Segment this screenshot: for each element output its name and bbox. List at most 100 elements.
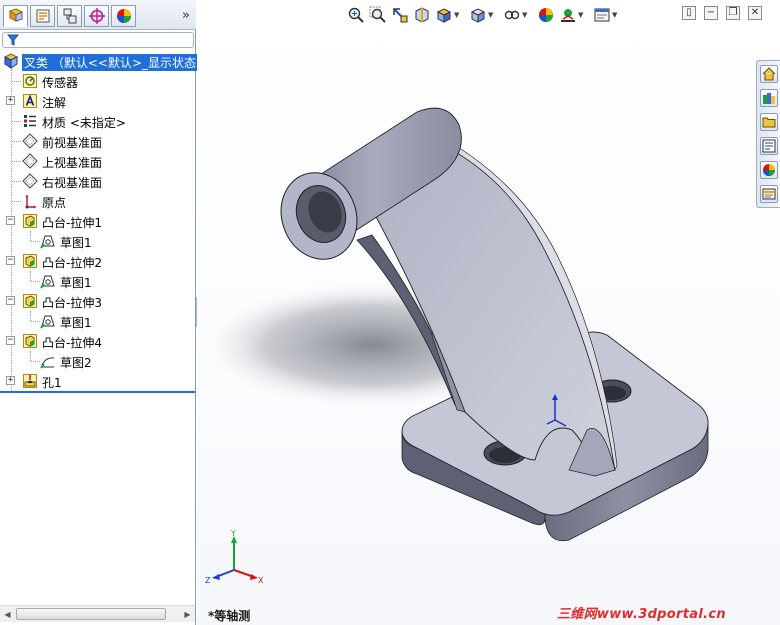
collapse-icon[interactable]: − [6, 336, 15, 345]
scroll-right-icon[interactable]: ▶ [180, 607, 195, 622]
tree-guide [31, 241, 40, 242]
tree-horizontal-scrollbar[interactable]: ◀ ▶ [0, 605, 195, 622]
solidworks-resources-tab[interactable] [760, 65, 778, 83]
dimxpert-tab[interactable] [84, 5, 109, 27]
previous-view-icon [393, 8, 408, 23]
view-orientation-button[interactable]: ▼ [435, 4, 459, 26]
edit-appearance-button[interactable] [537, 4, 555, 26]
tree-item-material[interactable]: 材质 <未指定> [0, 111, 196, 131]
edit-appearance-icon [539, 8, 553, 22]
dropdown-arrow-icon[interactable]: ▼ [522, 11, 527, 19]
tree-item-label: 凸台-拉伸2 [42, 256, 102, 270]
tree-item-front-plane[interactable]: 前视基准面 [0, 131, 196, 151]
tree-guide [12, 201, 21, 202]
hide-show-items-button[interactable]: ▼ [503, 4, 527, 26]
close-button[interactable]: ✕ [748, 6, 762, 20]
sketch-icon [40, 357, 55, 369]
tree-root[interactable]: 叉类 （默认<<默认>_显示状态 [0, 51, 198, 71]
zoom-to-area-button[interactable] [369, 4, 387, 26]
extrude-icon [23, 214, 37, 228]
graphics-area[interactable]: ▼ ▼ ▼ ▼ ▼ ▯ − ❐ ✕ Y X Z *等轴测 三维网www.3dpo… [197, 0, 780, 625]
rollback-bar[interactable] [0, 391, 195, 393]
tree-item-label: 凸台-拉伸4 [42, 336, 102, 350]
dropdown-arrow-icon[interactable]: ▼ [612, 11, 617, 19]
tree-item-label: 上视基准面 [42, 156, 103, 170]
tree-item-boss-extrude-4[interactable]: − 凸台-拉伸4 [0, 331, 196, 351]
sketch-icon [40, 315, 55, 329]
material-icon [24, 115, 36, 127]
document-window-controls: ▯ − ❐ ✕ [682, 6, 772, 22]
tree-item-boss-extrude-3[interactable]: − 凸台-拉伸3 [0, 291, 196, 311]
tree-item-label: 原点 [42, 196, 67, 210]
dropdown-arrow-icon[interactable]: ▼ [488, 11, 493, 19]
restore-button[interactable]: ❐ [726, 6, 740, 20]
tree-guide [31, 321, 40, 322]
sketch-icon [40, 235, 55, 249]
design-library-tab[interactable] [760, 89, 778, 107]
part-model[interactable] [197, 0, 780, 625]
section-view-icon [415, 7, 429, 23]
appearance-tab[interactable] [111, 5, 136, 27]
tree-item-boss-extrude-1[interactable]: − 凸台-拉伸1 [0, 211, 196, 231]
home-icon [762, 67, 776, 81]
tree-item-sketch[interactable]: 草图1 [0, 231, 196, 251]
expand-icon[interactable]: + [6, 96, 15, 105]
scroll-thumb[interactable] [16, 608, 166, 620]
tree-item-annotations[interactable]: + 注解 [0, 91, 196, 111]
dropdown-arrow-icon[interactable]: ▼ [454, 11, 459, 19]
previous-view-button[interactable] [391, 4, 409, 26]
tree-guide [12, 181, 21, 182]
file-explorer-tab[interactable] [760, 113, 778, 131]
tree-guide [12, 81, 21, 82]
tree-filter[interactable] [2, 32, 194, 48]
propertymanager-tab[interactable] [30, 5, 55, 27]
view-settings-button[interactable]: ▼ [593, 4, 617, 26]
extrude-icon [23, 294, 37, 308]
tile-window-button[interactable]: ▯ [682, 6, 696, 20]
tree-item-origin[interactable]: 原点 [0, 191, 196, 211]
tree-guide [12, 121, 21, 122]
zoom-area-icon [369, 6, 386, 23]
manager-tabs: » [0, 0, 196, 30]
tree-item-label: 材质 <未指定> [42, 116, 126, 130]
tree-item-sketch[interactable]: 草图1 [0, 271, 196, 291]
view-orientation-label: *等轴测 [208, 609, 251, 623]
appearances-scenes-tab[interactable] [760, 161, 778, 179]
tree-item-sketch[interactable]: 草图2 [0, 351, 196, 371]
expand-panel-icon[interactable]: » [182, 8, 190, 23]
collapse-icon[interactable]: − [6, 216, 15, 225]
view-palette-tab[interactable] [760, 137, 778, 155]
display-style-button[interactable]: ▼ [469, 4, 493, 26]
tree-item-boss-extrude-2[interactable]: − 凸台-拉伸2 [0, 251, 196, 271]
tree-item-label: 草图2 [60, 356, 92, 370]
minimize-button[interactable]: − [704, 6, 718, 20]
collapse-icon[interactable]: − [6, 296, 15, 305]
tree-guide [31, 281, 40, 282]
apply-scene-button[interactable]: ▼ [559, 4, 583, 26]
tree-item-label: 注解 [42, 96, 67, 110]
tree-item-top-plane[interactable]: 上视基准面 [0, 151, 196, 171]
extrude-icon [23, 254, 37, 268]
part-icon [3, 53, 19, 69]
scroll-left-icon[interactable]: ◀ [0, 607, 15, 622]
filter-icon [7, 34, 19, 46]
configuration-tab[interactable] [57, 5, 82, 27]
reference-triad: Y X Z [205, 530, 264, 585]
folder-icon [762, 117, 776, 128]
dropdown-arrow-icon[interactable]: ▼ [578, 11, 583, 19]
tree-item-label: 凸台-拉伸1 [42, 216, 102, 230]
featuremanager-tab[interactable] [3, 5, 28, 27]
tree-item-sensors[interactable]: 传感器 [0, 71, 196, 91]
custom-properties-tab[interactable] [760, 185, 778, 203]
tree-item-right-plane[interactable]: 右视基准面 [0, 171, 196, 191]
appearance-icon [116, 9, 131, 23]
tree-item-hole-1[interactable]: + 孔1 [0, 371, 196, 391]
expand-icon[interactable]: + [6, 376, 15, 385]
zoom-to-fit-button[interactable] [347, 4, 365, 26]
tree-item-sketch[interactable]: 草图1 [0, 311, 196, 331]
plane-icon [22, 153, 38, 169]
tree-guide [12, 141, 21, 142]
collapse-icon[interactable]: − [6, 256, 15, 265]
tree-item-label: 草图1 [60, 276, 92, 290]
section-view-button[interactable] [413, 4, 431, 26]
